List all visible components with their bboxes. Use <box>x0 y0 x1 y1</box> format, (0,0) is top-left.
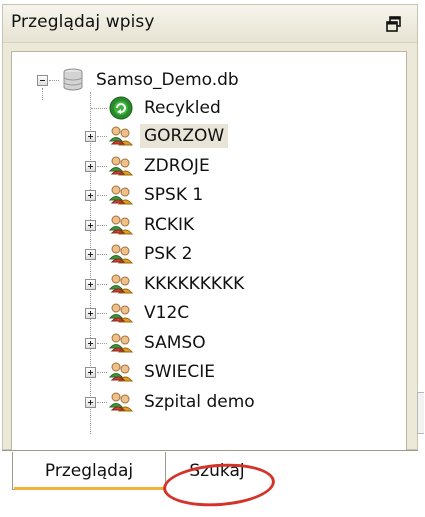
scrollbar-fragment <box>417 392 424 434</box>
users-group-icon <box>108 300 134 326</box>
tree-item-samso[interactable]: SAMSO <box>12 329 402 357</box>
collapse-toggle[interactable] <box>37 75 48 86</box>
tree-item-psk-2[interactable]: PSK 2 <box>12 240 402 268</box>
tree-item-label: PSK 2 <box>144 244 193 264</box>
tree-item-label: Recykled <box>144 98 221 118</box>
tree-item-szpital-demo[interactable]: Szpital demo <box>12 388 402 416</box>
expand-toggle[interactable] <box>85 279 96 290</box>
users-group-icon <box>108 123 134 149</box>
tab-strip: Przeglądaj Szukaj <box>2 450 418 514</box>
expand-toggle[interactable] <box>85 161 96 172</box>
tree-item-recycled[interactable]: Recykled <box>12 94 402 122</box>
tab-browse-label: Przeglądaj <box>44 460 134 481</box>
tree-item-label: ZDROJE <box>144 156 210 176</box>
tree-item-zdroje[interactable]: ZDROJE <box>12 152 402 180</box>
tree-item-label: Szpital demo <box>144 392 255 412</box>
expand-toggle[interactable] <box>85 367 96 378</box>
restore-window-icon[interactable] <box>385 15 403 33</box>
users-group-icon <box>108 330 134 356</box>
expand-toggle[interactable] <box>85 338 96 349</box>
tree-item-label: SWIECIE <box>144 362 215 382</box>
expand-toggle[interactable] <box>85 190 96 201</box>
recycle-icon <box>108 95 134 121</box>
panel-title: Przeglądaj wpisy <box>11 12 155 32</box>
expand-toggle[interactable] <box>85 308 96 319</box>
expand-toggle[interactable] <box>85 397 96 408</box>
users-group-icon <box>108 182 134 208</box>
tree-item-label: SAMSO <box>144 333 206 353</box>
panel-header: Przeglądaj wpisy <box>3 5 417 43</box>
tree-item-kkkkkkkkk[interactable]: KKKKKKKKK <box>12 270 402 298</box>
tree-root[interactable]: Samso_Demo.db <box>12 66 402 94</box>
database-icon <box>60 67 86 93</box>
tree-item-gorzow[interactable]: GORZOW <box>12 122 402 150</box>
tree-item-v12c[interactable]: V12C <box>12 299 402 327</box>
tree-item-label: V12C <box>144 303 190 323</box>
expand-toggle[interactable] <box>85 131 96 142</box>
users-group-icon <box>108 241 134 267</box>
browse-entries-panel: Przeglądaj wpisy Samso_Demo.db Recykled … <box>2 4 418 451</box>
tree-item-label: RCKIK <box>144 215 195 235</box>
users-group-icon <box>108 359 134 385</box>
users-group-icon <box>108 389 134 415</box>
users-group-icon <box>108 271 134 297</box>
expand-toggle[interactable] <box>85 249 96 260</box>
tree-item-label: GORZOW <box>140 124 229 148</box>
tree-item-label: SPSK 1 <box>144 185 204 205</box>
browse-entries-window: Przeglądaj wpisy Samso_Demo.db Recykled … <box>0 0 425 517</box>
entries-tree: Samso_Demo.db Recykled GORZOW ZDROJE SPSK … <box>11 51 407 451</box>
expand-toggle[interactable] <box>85 220 96 231</box>
tree-item-rckik[interactable]: RCKIK <box>12 211 402 239</box>
users-group-icon <box>108 212 134 238</box>
tree-item-swiecie[interactable]: SWIECIE <box>12 358 402 386</box>
tab-browse[interactable]: Przeglądaj <box>12 452 166 490</box>
users-group-icon <box>108 153 134 179</box>
tree-root-label: Samso_Demo.db <box>96 70 239 90</box>
tree-item-label: KKKKKKKKK <box>144 274 245 294</box>
tree-item-spsk-1[interactable]: SPSK 1 <box>12 181 402 209</box>
